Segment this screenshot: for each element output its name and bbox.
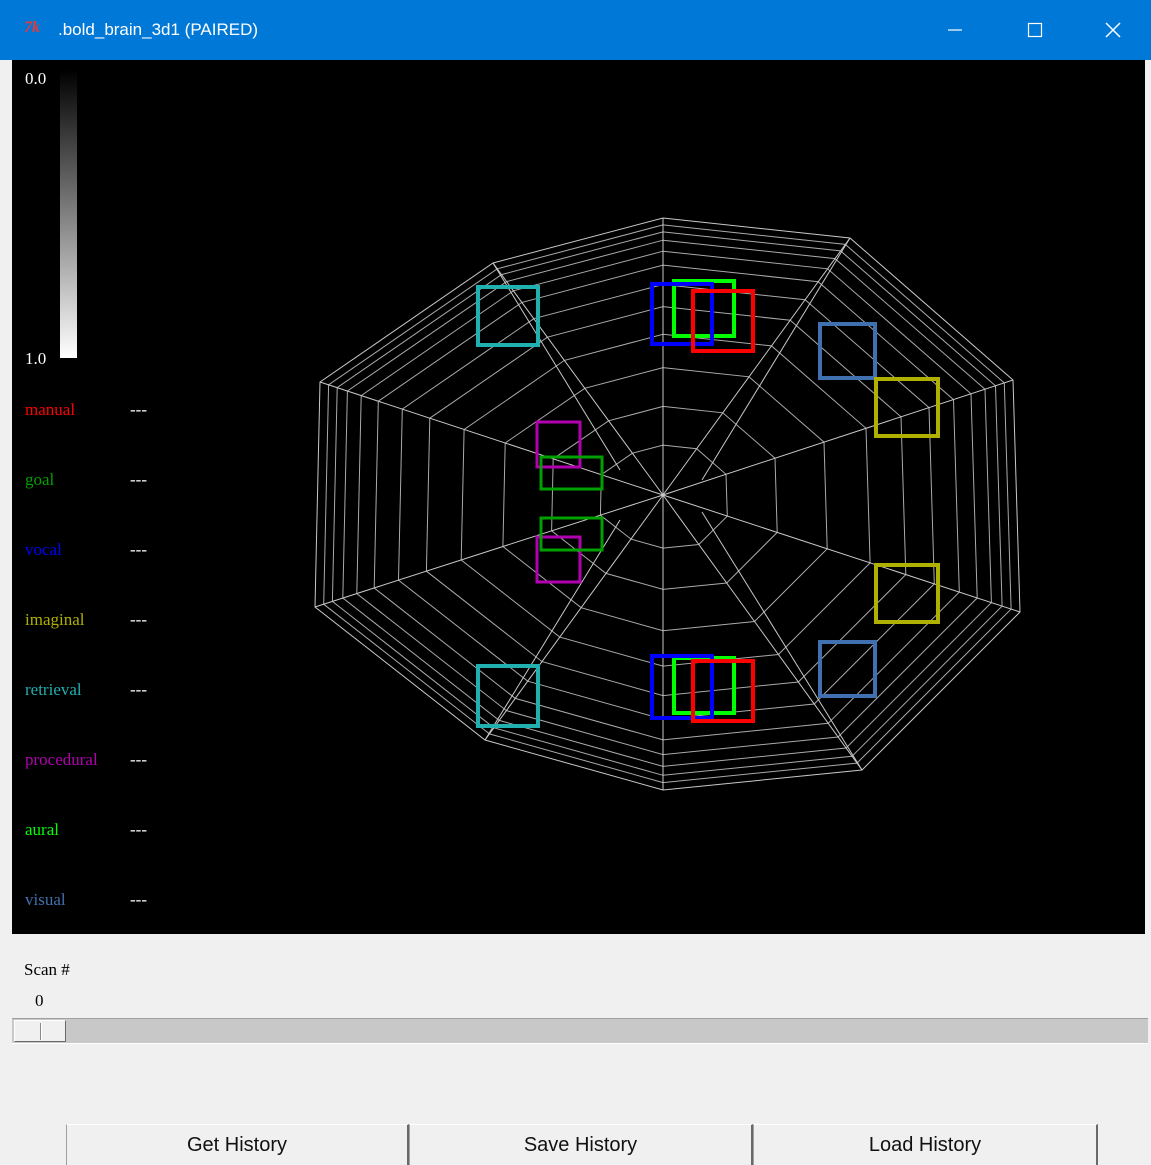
- procedural-region-bottom: [535, 535, 582, 584]
- scan-label: Scan #: [24, 960, 70, 979]
- wireframe-ring: [373, 264, 960, 741]
- close-button[interactable]: [1073, 0, 1151, 60]
- legend-value-procedural: ---: [130, 750, 147, 769]
- wireframe-spoke: [484, 494, 664, 741]
- goal-region-bottom: [539, 516, 604, 552]
- maximize-icon: [1027, 22, 1043, 38]
- wireframe-ring: [551, 405, 778, 590]
- scale-bottom-label: 1.0: [25, 349, 46, 368]
- wireframe-spoke: [492, 262, 664, 496]
- legend-value-goal: ---: [130, 470, 147, 489]
- visual-region-bottom: [818, 640, 877, 698]
- legend-label-retrieval: retrieval: [25, 680, 82, 699]
- brain-canvas: 0.0 1.0 manual --- goal --- vocal --- im…: [12, 60, 1145, 934]
- wireframe-chord: [701, 237, 851, 481]
- wireframe-spoke: [662, 379, 1014, 496]
- legend-label-goal: goal: [25, 470, 55, 489]
- load-history-button[interactable]: Load History: [753, 1124, 1098, 1165]
- legend-label-manual: manual: [25, 400, 75, 419]
- scale-top-label: 0.0: [25, 69, 46, 88]
- close-icon: [1105, 22, 1121, 38]
- brain-svg: 0.0 1.0 manual --- goal --- vocal --- im…: [25, 69, 1021, 909]
- wireframe-spoke: [314, 494, 664, 608]
- title-bar: 7k .bold_brain_3d1 (PAIRED): [0, 0, 1151, 60]
- wireframe-chord: [492, 262, 621, 471]
- wireframe-spoke: [662, 494, 863, 771]
- legend-value-retrieval: ---: [130, 680, 147, 699]
- wireframe-ring: [356, 250, 978, 756]
- legend-value-visual: ---: [130, 890, 147, 909]
- controls-panel: Scan # 0 Get History Save History Load H…: [0, 934, 1151, 1165]
- wireframe-ring: [460, 333, 871, 667]
- legend: manual --- goal --- vocal --- imaginal -…: [25, 400, 147, 909]
- imaginal-region-bottom: [874, 563, 940, 624]
- maximize-button[interactable]: [995, 0, 1075, 60]
- module-boxes: [476, 279, 940, 728]
- legend-value-manual: ---: [130, 400, 147, 419]
- legend-label-aural: aural: [25, 820, 59, 839]
- goal-region-top: [539, 455, 604, 491]
- grayscale-bar: [60, 70, 77, 358]
- legend-label-imaginal: imaginal: [25, 610, 85, 629]
- scan-value: 0: [35, 991, 44, 1010]
- aural-region-bottom: [672, 656, 736, 715]
- wireframe-spoke: [319, 381, 664, 496]
- scan-slider-thumb[interactable]: [14, 1020, 66, 1042]
- tk-feather-icon: 7k: [24, 19, 40, 36]
- legend-value-aural: ---: [130, 820, 147, 839]
- window-title: .bold_brain_3d1 (PAIRED): [58, 20, 259, 39]
- legend-value-imaginal: ---: [130, 610, 147, 629]
- legend-value-vocal: ---: [130, 540, 147, 559]
- wireframe-ring: [397, 283, 935, 720]
- wireframe-spoke: [662, 494, 1021, 613]
- wireframe-ring: [425, 306, 907, 697]
- brain-wireframe: [314, 217, 1021, 791]
- wireframe-ring: [342, 239, 992, 767]
- legend-label-vocal: vocal: [25, 540, 62, 559]
- minimize-icon: [948, 29, 962, 31]
- legend-label-procedural: procedural: [25, 750, 98, 769]
- get-history-button[interactable]: Get History: [66, 1124, 409, 1165]
- minimize-button[interactable]: [915, 0, 995, 60]
- save-history-button[interactable]: Save History: [409, 1124, 753, 1165]
- scan-slider[interactable]: [12, 1018, 1148, 1044]
- legend-label-visual: visual: [25, 890, 66, 909]
- wireframe-chord: [484, 519, 621, 741]
